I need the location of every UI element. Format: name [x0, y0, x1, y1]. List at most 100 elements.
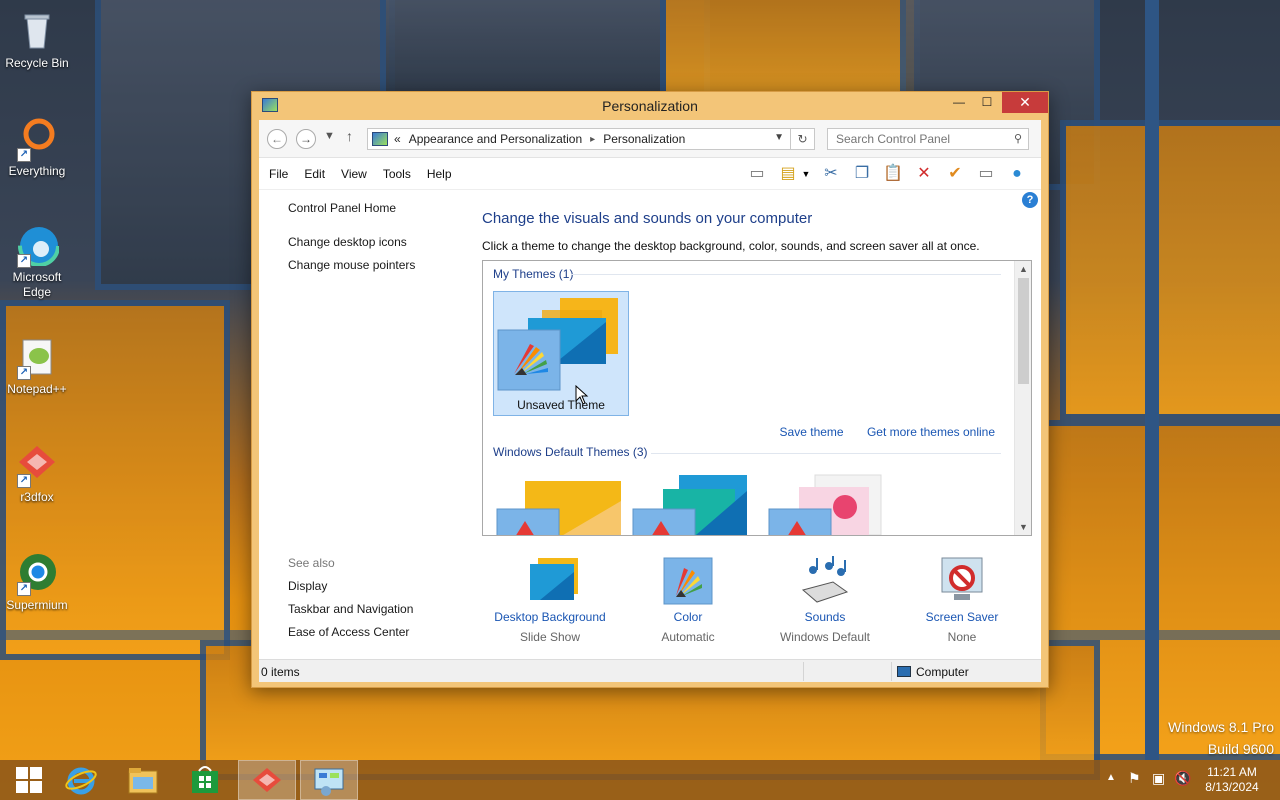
rename-icon[interactable]: ▭: [974, 162, 998, 186]
copy-icon[interactable]: ❐: [850, 162, 874, 186]
windows-logo-icon: [16, 767, 42, 793]
taskbar-store[interactable]: [176, 760, 234, 800]
desktop-background-icon: [524, 556, 578, 606]
scroll-up-icon[interactable]: ▲: [1015, 261, 1031, 277]
theme-preview-icon: [497, 298, 618, 391]
globe-icon[interactable]: ●: [1005, 162, 1029, 186]
clock[interactable]: 11:21 AM 8/13/2024: [1200, 765, 1264, 795]
color-label[interactable]: Color: [618, 610, 758, 624]
folder-options-icon[interactable]: ▤: [776, 162, 800, 186]
get-more-themes-link[interactable]: Get more themes online: [867, 425, 995, 439]
window-title: Personalization: [602, 98, 698, 114]
close-button[interactable]: ✕: [1002, 92, 1048, 113]
theme-list-scrollbar[interactable]: ▲ ▼: [1014, 261, 1031, 535]
address-bar[interactable]: « Appearance and Personalization ▸ Perso…: [367, 128, 791, 150]
control-panel-home-link[interactable]: Control Panel Home: [288, 201, 415, 215]
desktop-icon-edge[interactable]: ↗ Microsoft Edge: [0, 222, 74, 300]
personalization-settings: Desktop Background Slide Show Color Auto…: [482, 550, 1002, 650]
start-button[interactable]: [0, 760, 58, 800]
properties-check-icon[interactable]: ✔: [943, 162, 967, 186]
theme-list: My Themes (1) Unsaved Theme Save theme G…: [482, 260, 1032, 536]
system-tray: ▲ ⚑ ▣ 🔇 11:21 AM 8/13/2024: [1100, 760, 1280, 800]
cut-icon[interactable]: ✂: [819, 162, 843, 186]
color-item[interactable]: Color Automatic: [618, 550, 758, 644]
menu-help[interactable]: Help: [427, 167, 452, 181]
show-hidden-icons-icon[interactable]: ▲: [1106, 772, 1116, 783]
desktop-icon-everything[interactable]: ↗ Everything: [0, 116, 74, 179]
theme-actions: Save theme Get more themes online: [760, 425, 995, 439]
breadcrumb-overflow[interactable]: «: [394, 132, 401, 146]
desktop-icon-recycle-bin[interactable]: Recycle Bin: [0, 8, 74, 71]
theme-preview-icon: [496, 481, 621, 535]
desktop-icon-label: r3dfox: [20, 490, 54, 504]
minimize-button[interactable]: —: [945, 92, 973, 113]
save-theme-link[interactable]: Save theme: [780, 425, 844, 439]
layout-pane-icon[interactable]: ▭: [745, 162, 769, 186]
taskbar-control-panel[interactable]: [300, 760, 358, 800]
clock-time: 11:21 AM: [1207, 765, 1257, 779]
menu-edit[interactable]: Edit: [304, 167, 325, 181]
screen-saver-item[interactable]: Screen Saver None: [892, 550, 1032, 644]
scroll-thumb[interactable]: [1018, 278, 1029, 384]
scroll-down-icon[interactable]: ▼: [1015, 519, 1031, 535]
volume-muted-icon[interactable]: 🔇: [1174, 770, 1191, 787]
search-icon[interactable]: ⚲: [1014, 132, 1022, 145]
default-themes-label: Windows Default Themes (3): [493, 445, 648, 459]
folder-options-dropdown-icon[interactable]: ▼: [800, 162, 812, 186]
address-dropdown-icon[interactable]: ▼: [774, 132, 784, 143]
personalization-window: Personalization — ☐ ✕ ← → ▼ ↑ « Appearan…: [251, 91, 1049, 688]
menu-tools[interactable]: Tools: [383, 167, 411, 181]
menu-row: File Edit View Tools Help ▭ ▤ ▼ ✂ ❐ 📋 ✕ …: [259, 158, 1041, 190]
desktop-icon-label: Notepad++: [7, 382, 67, 396]
taskbar-r3dfox[interactable]: [238, 760, 296, 800]
my-themes-label: My Themes (1): [493, 267, 574, 281]
ease-of-access-link[interactable]: Ease of Access Center: [288, 625, 413, 639]
breadcrumb-personalization[interactable]: Personalization: [603, 132, 685, 146]
control-panel-icon: [314, 768, 344, 796]
search-box[interactable]: ⚲: [827, 128, 1029, 150]
unsaved-theme-tile[interactable]: Unsaved Theme: [493, 291, 629, 416]
see-also-label: See also: [288, 556, 335, 570]
change-mouse-pointers-link[interactable]: Change mouse pointers: [288, 258, 415, 272]
display-link[interactable]: Display: [288, 579, 413, 593]
help-icon[interactable]: ?: [1022, 192, 1038, 208]
desktop-icon-notepadpp[interactable]: ↗ Notepad++: [0, 334, 74, 397]
maximize-button[interactable]: ☐: [973, 92, 1001, 113]
sounds-label[interactable]: Sounds: [755, 610, 895, 624]
default-theme-tile[interactable]: [629, 471, 765, 535]
sounds-item[interactable]: Sounds Windows Default: [755, 550, 895, 644]
desktop-icon-supermium[interactable]: ↗ Supermium: [0, 550, 74, 613]
menu-view[interactable]: View: [341, 167, 367, 181]
network-icon[interactable]: ▣: [1152, 770, 1165, 787]
screen-saver-icon: [936, 556, 988, 606]
default-theme-tile[interactable]: [765, 471, 901, 535]
change-desktop-icons-link[interactable]: Change desktop icons: [288, 235, 415, 249]
default-theme-tile[interactable]: [493, 471, 629, 535]
taskbar-navigation-link[interactable]: Taskbar and Navigation: [288, 602, 413, 616]
wallpaper-pane: [1060, 120, 1280, 420]
delete-icon[interactable]: ✕: [912, 162, 936, 186]
action-center-flag-icon[interactable]: ⚑: [1128, 770, 1141, 787]
search-input[interactable]: [836, 129, 1006, 149]
screen-saver-label[interactable]: Screen Saver: [892, 610, 1032, 624]
forward-arrow-icon[interactable]: →: [296, 129, 316, 149]
breadcrumb-separator-icon[interactable]: ▸: [590, 134, 595, 145]
desktop-icon-label: Supermium: [6, 598, 68, 612]
title-bar[interactable]: Personalization — ☐ ✕: [252, 92, 1048, 120]
paste-icon[interactable]: 📋: [881, 162, 905, 186]
os-build: Build 9600: [1207, 741, 1274, 757]
breadcrumb-appearance[interactable]: Appearance and Personalization: [409, 132, 582, 146]
menu-file[interactable]: File: [269, 167, 288, 181]
refresh-icon[interactable]: ↻: [791, 128, 815, 150]
back-arrow-icon[interactable]: ←: [267, 129, 287, 149]
taskbar-internet-explorer[interactable]: [52, 760, 110, 800]
os-watermark: Windows 8.1 Pro Build 9600: [1168, 716, 1274, 760]
up-arrow-icon[interactable]: ↑: [346, 128, 353, 144]
recent-locations-chevron-icon[interactable]: ▼: [324, 130, 335, 142]
r3dfox-icon: [253, 768, 281, 792]
status-location: Computer: [897, 665, 969, 679]
desktop-icon-r3dfox[interactable]: ↗ r3dfox: [0, 442, 74, 505]
taskbar-file-explorer[interactable]: [114, 760, 172, 800]
desktop-background-label[interactable]: Desktop Background: [480, 610, 620, 624]
desktop-background-item[interactable]: Desktop Background Slide Show: [480, 550, 620, 644]
